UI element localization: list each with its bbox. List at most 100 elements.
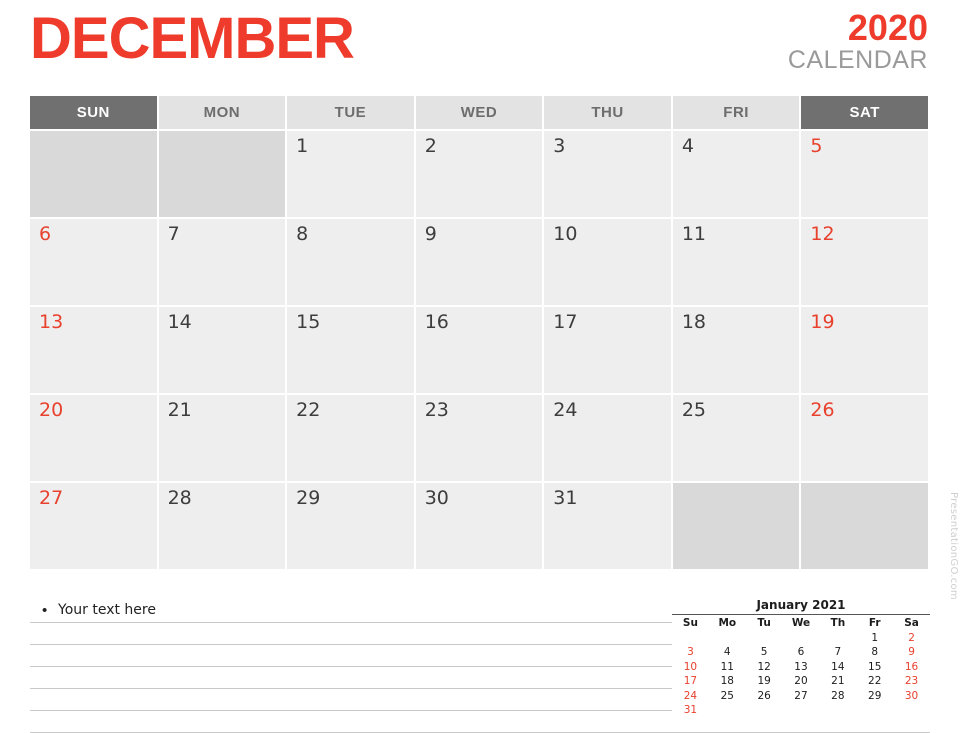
calendar-day-cell[interactable]: 12 — [801, 219, 928, 305]
mini-calendar-grid: Su Mo Tu We Th Fr Sa 1 2 3 4 5 6 7 8 9 10 11 12 13 14 15 16 17… — [672, 615, 930, 718]
calendar-day-cell[interactable]: 13 — [30, 307, 157, 393]
calendar-cell-empty — [30, 131, 157, 217]
mini-day-number[interactable]: 6 — [783, 645, 820, 660]
day-number: 4 — [681, 135, 694, 157]
day-number: 5 — [810, 135, 823, 157]
mini-day-number[interactable]: 9 — [893, 645, 930, 660]
mini-day-number[interactable]: 20 — [783, 674, 820, 689]
day-number: 16 — [424, 311, 449, 333]
calendar-day-cell[interactable]: 7 — [158, 219, 286, 305]
day-number: 14 — [167, 311, 192, 333]
mini-day-number[interactable]: 22 — [856, 674, 893, 689]
year-block: 2020 CALENDAR — [787, 10, 928, 75]
calendar-day-cell[interactable]: 4 — [672, 131, 800, 217]
mini-day-number[interactable]: 11 — [709, 660, 746, 675]
day-of-week-header: MON — [158, 96, 286, 129]
mini-day-number[interactable]: 24 — [672, 689, 709, 704]
calendar-day-cell[interactable]: 23 — [415, 395, 543, 481]
day-number: 11 — [681, 223, 707, 245]
calendar-subtitle: CALENDAR — [787, 46, 928, 74]
mini-day-number[interactable]: 1 — [856, 631, 893, 646]
calendar-day-cell[interactable]: 28 — [158, 483, 286, 569]
mini-day-number[interactable]: 13 — [783, 660, 820, 675]
mini-day-number[interactable]: 8 — [856, 645, 893, 660]
calendar-day-cell[interactable]: 30 — [415, 483, 543, 569]
mini-day-number[interactable]: 26 — [746, 689, 783, 704]
mini-day-number[interactable]: 7 — [819, 645, 856, 660]
calendar-day-cell[interactable]: 5 — [801, 131, 928, 217]
day-number: 2 — [424, 135, 437, 157]
day-of-week-header: THU — [544, 96, 671, 129]
calendar-day-cell[interactable]: 22 — [287, 395, 414, 481]
calendar-day-cell[interactable]: 19 — [801, 307, 928, 393]
note-text[interactable]: Your text here — [58, 600, 156, 620]
mini-day-number[interactable]: 5 — [746, 645, 783, 660]
day-number: 13 — [39, 311, 64, 333]
calendar-day-cell[interactable]: 16 — [415, 307, 543, 393]
mini-day-number[interactable]: 28 — [819, 689, 856, 704]
calendar-day-cell[interactable]: 14 — [158, 307, 286, 393]
mini-day-number[interactable]: 23 — [893, 674, 930, 689]
mini-cell-empty — [783, 703, 820, 718]
day-number: 31 — [553, 487, 578, 509]
day-number: 9 — [424, 223, 437, 245]
calendar-day-cell[interactable]: 29 — [287, 483, 414, 569]
mini-day-of-week-header: Fr — [868, 617, 881, 629]
mini-day-number[interactable]: 14 — [819, 660, 856, 675]
mini-day-number[interactable]: 4 — [709, 645, 746, 660]
calendar-day-cell[interactable]: 31 — [544, 483, 671, 569]
day-number: 1 — [296, 135, 309, 157]
calendar-day-cell[interactable]: 24 — [544, 395, 671, 481]
day-number: 27 — [39, 487, 64, 509]
mini-cell-empty — [893, 703, 930, 718]
calendar-day-cell[interactable]: 25 — [672, 395, 800, 481]
mini-day-number[interactable]: 19 — [746, 674, 783, 689]
calendar-day-cell[interactable]: 1 — [287, 131, 414, 217]
mini-day-number[interactable]: 18 — [709, 674, 746, 689]
page-title: DECEMBER — [30, 6, 355, 71]
mini-day-number[interactable]: 17 — [672, 674, 709, 689]
day-number: 26 — [810, 399, 835, 421]
calendar-day-cell[interactable]: 9 — [415, 219, 543, 305]
mini-cell-empty — [672, 631, 709, 646]
calendar-cell-empty — [158, 131, 286, 217]
day-of-week-header: WED — [415, 96, 543, 129]
day-number: 29 — [296, 487, 321, 509]
mini-day-number[interactable]: 21 — [819, 674, 856, 689]
mini-cell-empty — [819, 703, 856, 718]
mini-day-number[interactable]: 3 — [672, 645, 709, 660]
calendar-day-cell[interactable]: 18 — [672, 307, 800, 393]
calendar-day-cell[interactable]: 27 — [30, 483, 157, 569]
calendar-day-cell[interactable]: 21 — [158, 395, 286, 481]
mini-day-number[interactable]: 10 — [672, 660, 709, 675]
day-number: 18 — [681, 311, 707, 333]
mini-day-number[interactable]: 30 — [893, 689, 930, 704]
calendar-day-cell[interactable]: 20 — [30, 395, 157, 481]
calendar-day-cell[interactable]: 26 — [801, 395, 928, 481]
day-number: 24 — [553, 399, 578, 421]
mini-day-number[interactable]: 29 — [856, 689, 893, 704]
calendar-day-cell[interactable]: 11 — [672, 219, 800, 305]
calendar-day-cell[interactable]: 10 — [544, 219, 671, 305]
calendar-day-cell[interactable]: 6 — [30, 219, 157, 305]
mini-day-number[interactable]: 2 — [893, 631, 930, 646]
mini-day-number[interactable]: 31 — [672, 703, 709, 718]
day-of-week-header: SAT — [801, 96, 928, 129]
calendar-day-cell[interactable]: 8 — [287, 219, 414, 305]
calendar-day-cell[interactable]: 17 — [544, 307, 671, 393]
day-of-week-header: SUN — [30, 96, 157, 129]
calendar-day-cell[interactable]: 2 — [415, 131, 543, 217]
day-number: 20 — [39, 399, 64, 421]
mini-day-number[interactable]: 12 — [746, 660, 783, 675]
mini-cell-empty — [709, 703, 746, 718]
calendar-day-cell[interactable]: 15 — [287, 307, 414, 393]
mini-day-number[interactable]: 25 — [709, 689, 746, 704]
day-number: 12 — [810, 223, 835, 245]
mini-day-number[interactable]: 27 — [783, 689, 820, 704]
mini-day-number[interactable]: 16 — [893, 660, 930, 675]
day-number: 7 — [167, 223, 180, 245]
mini-day-of-week-header: Th — [830, 617, 846, 629]
mini-day-number[interactable]: 15 — [856, 660, 893, 675]
calendar-day-cell[interactable]: 3 — [544, 131, 671, 217]
day-number: 28 — [167, 487, 192, 509]
